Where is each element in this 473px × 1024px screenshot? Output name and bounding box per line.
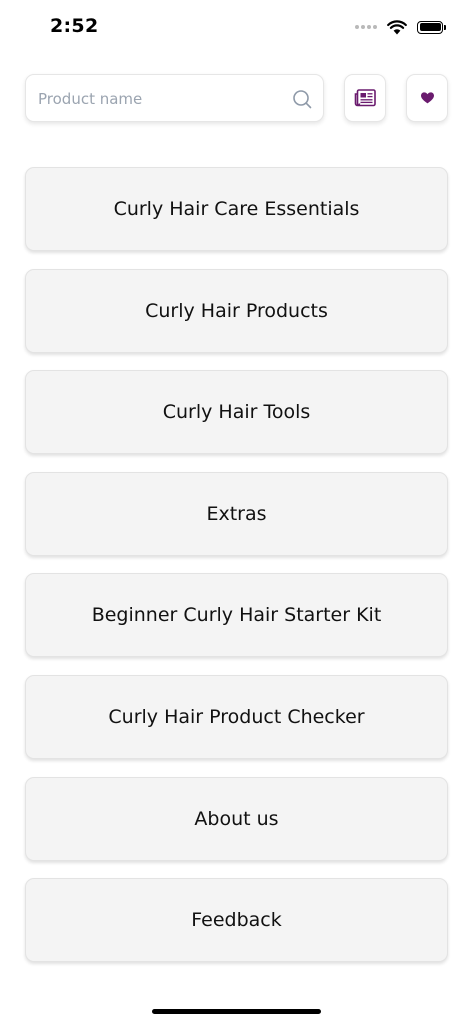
- menu-item-curly-hair-tools[interactable]: Curly Hair Tools: [25, 370, 448, 455]
- search-bar: [25, 74, 324, 123]
- menu-item-label: Curly Hair Products: [145, 299, 328, 322]
- main-menu: Curly Hair Care Essentials Curly Hair Pr…: [25, 167, 448, 980]
- search-input[interactable]: [36, 75, 290, 123]
- app-screen: 2:52 Product name Curly Hair Care Essent…: [0, 0, 473, 1024]
- search-icon[interactable]: [291, 88, 313, 110]
- menu-item-product-checker[interactable]: Curly Hair Product Checker: [25, 674, 448, 759]
- home-indicator[interactable]: [152, 1009, 321, 1014]
- heart-icon: [420, 92, 434, 104]
- menu-item-extras[interactable]: Extras: [25, 471, 448, 556]
- menu-item-label: Feedback: [191, 909, 282, 932]
- menu-item-beginner-starter-kit[interactable]: Beginner Curly Hair Starter Kit: [25, 573, 448, 658]
- wifi-icon: [387, 19, 407, 34]
- menu-item-label: Curly Hair Tools: [162, 401, 311, 424]
- favorites-button[interactable]: [406, 74, 448, 122]
- menu-item-label: About us: [194, 807, 279, 830]
- menu-item-label: Beginner Curly Hair Starter Kit: [91, 604, 382, 627]
- cellular-signal-icon: [355, 25, 377, 29]
- menu-item-curly-hair-products[interactable]: Curly Hair Products: [25, 268, 448, 353]
- news-button[interactable]: [344, 74, 386, 122]
- menu-item-curly-hair-care-essentials[interactable]: Curly Hair Care Essentials: [25, 167, 448, 251]
- menu-item-label: Curly Hair Care Essentials: [113, 198, 360, 220]
- status-icons: [355, 17, 446, 37]
- menu-item-label: Extras: [206, 502, 267, 525]
- menu-item-about-us[interactable]: About us: [25, 776, 448, 861]
- status-bar: 2:52: [0, 0, 473, 54]
- menu-item-label: Curly Hair Product Checker: [108, 705, 365, 728]
- battery-icon: [417, 20, 446, 34]
- status-time: 2:52: [50, 15, 99, 37]
- newspaper-icon: [354, 89, 376, 107]
- menu-item-feedback[interactable]: Feedback: [25, 878, 448, 963]
